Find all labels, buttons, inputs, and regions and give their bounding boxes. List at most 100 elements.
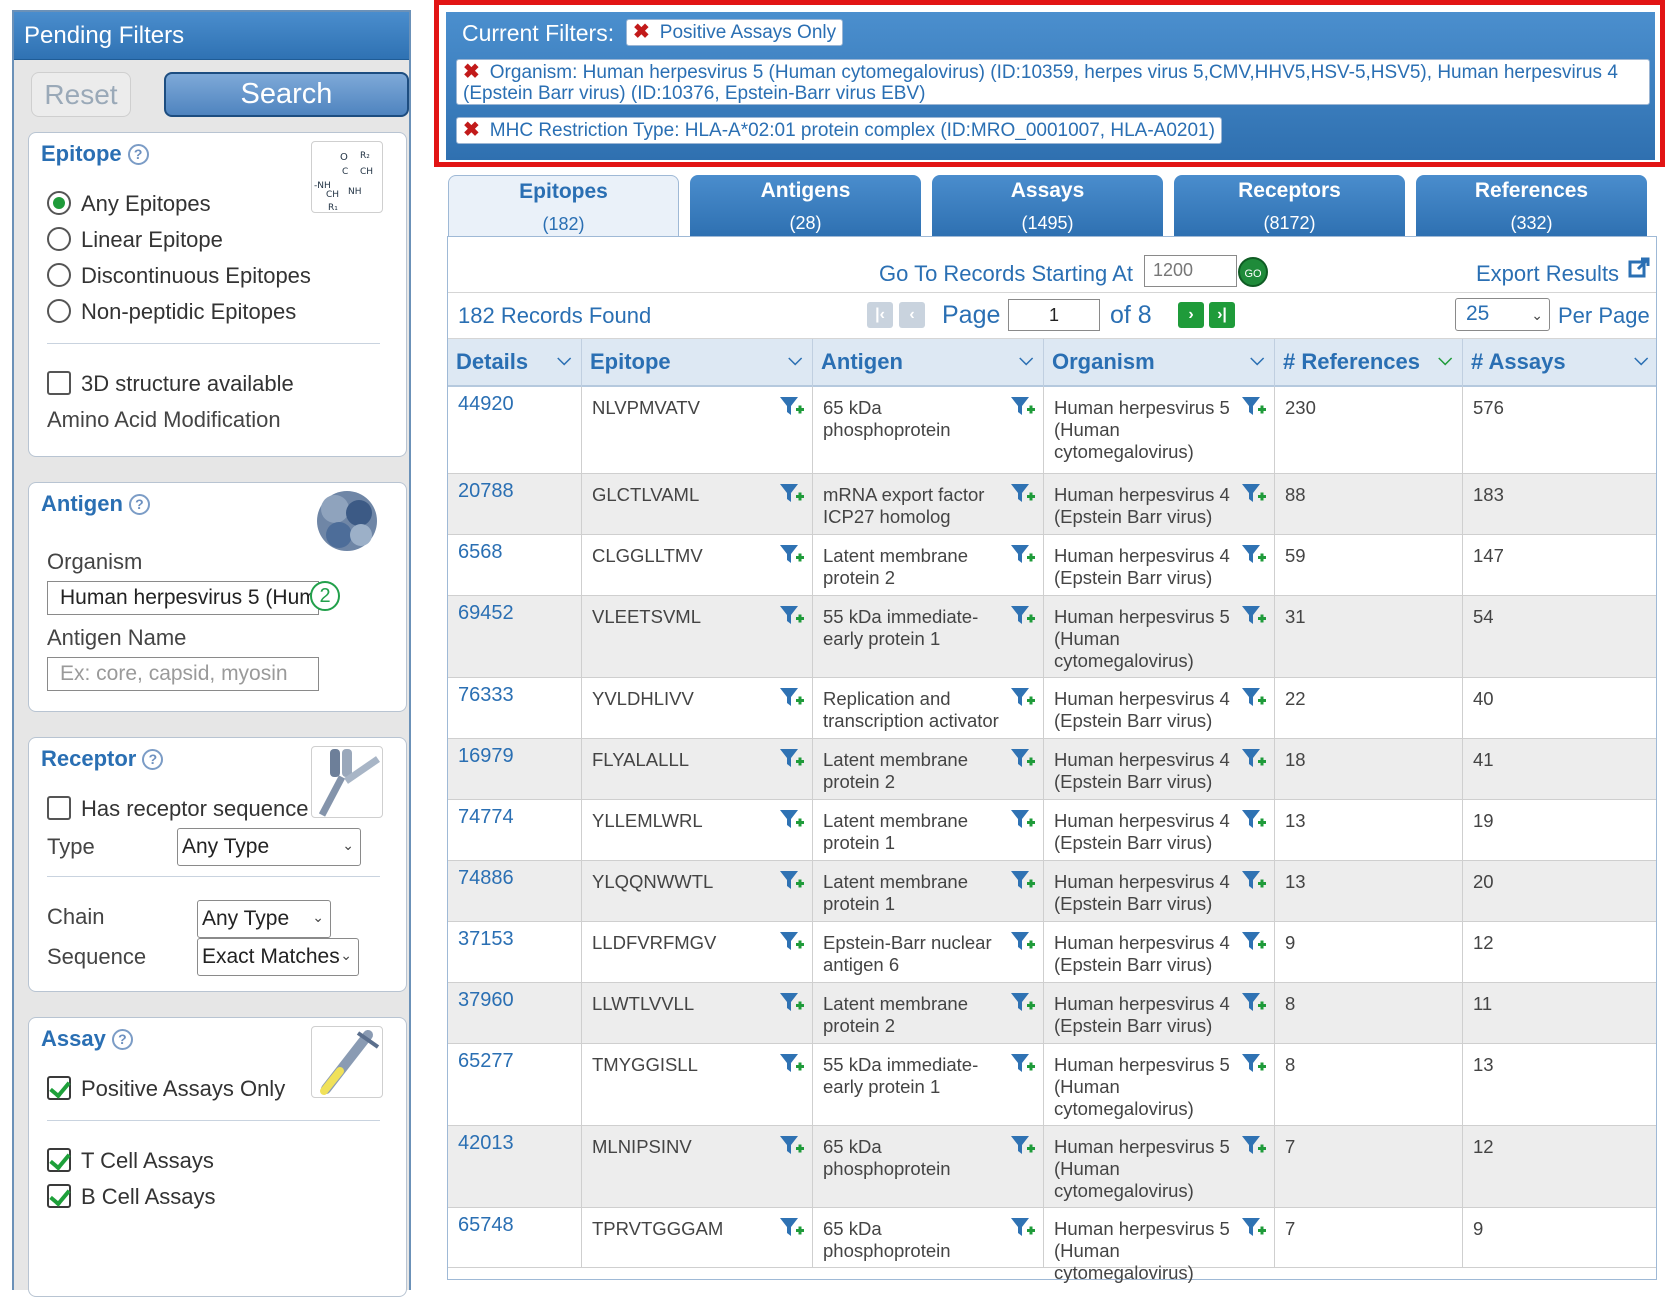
epitope-id-link[interactable]: 20788 xyxy=(448,474,582,534)
add-filter-icon[interactable] xyxy=(779,686,805,710)
organism-input[interactable]: Human herpesvirus 5 (Human cytomegalovir… xyxy=(47,581,319,615)
add-filter-icon[interactable] xyxy=(1241,991,1267,1015)
reset-button[interactable]: Reset xyxy=(31,72,131,117)
assay-help-icon[interactable]: ? xyxy=(111,1029,133,1050)
add-filter-icon[interactable] xyxy=(1010,930,1036,954)
remove-filter-icon[interactable]: ✖ xyxy=(463,119,480,141)
epitope-id-link[interactable]: 16979 xyxy=(448,739,582,799)
radio-non-peptidic-epitopes[interactable]: Non-peptidic Epitopes xyxy=(47,299,296,325)
checkbox-icon[interactable] xyxy=(47,371,71,395)
antigen-name-input[interactable]: Ex: core, capsid, myosin xyxy=(47,657,319,691)
col-header-epitope[interactable]: Epitope ⌵ xyxy=(582,339,813,387)
add-filter-icon[interactable] xyxy=(779,808,805,832)
add-filter-icon[interactable] xyxy=(1010,482,1036,506)
col-header-details[interactable]: Details ⌵ xyxy=(448,339,582,387)
radio-linear-epitope[interactable]: Linear Epitope xyxy=(47,227,223,253)
per-page-select[interactable]: 25 ⌄ xyxy=(1455,298,1550,331)
add-filter-icon[interactable] xyxy=(779,543,805,567)
radio-selected-icon[interactable] xyxy=(47,191,71,215)
epitope-help-icon[interactable]: ? xyxy=(127,144,149,165)
radio-any-epitopes[interactable]: Any Epitopes xyxy=(47,191,211,217)
add-filter-icon[interactable] xyxy=(779,604,805,628)
last-page-icon[interactable]: ›| xyxy=(1209,302,1235,328)
add-filter-icon[interactable] xyxy=(1010,747,1036,771)
filter-chip-positive[interactable]: ✖ Positive Assays Only xyxy=(626,19,844,46)
add-filter-icon[interactable] xyxy=(1010,869,1036,893)
epitope-id-link[interactable]: 65277 xyxy=(448,1044,582,1125)
filter-chip-mhc[interactable]: ✖ MHC Restriction Type: HLA-A*02:01 prote… xyxy=(456,117,1222,144)
add-filter-icon[interactable] xyxy=(1241,1134,1267,1158)
has-receptor-sequence-row[interactable]: Has receptor sequence xyxy=(47,796,308,822)
sort-chevron-icon[interactable]: ⌵ xyxy=(1019,349,1033,370)
epitope-id-link[interactable]: 74774 xyxy=(448,800,582,860)
sort-chevron-icon[interactable]: ⌵ xyxy=(788,349,802,370)
amino-acid-modification-link[interactable]: Amino Acid Modification xyxy=(47,407,281,433)
bcell-assays-row[interactable]: B Cell Assays xyxy=(47,1184,216,1210)
cell-text[interactable]: 37960 xyxy=(458,989,571,1011)
filter-chip-organism[interactable]: ✖ Organism: Human herpesvirus 5 (Human cy… xyxy=(456,59,1650,105)
add-filter-icon[interactable] xyxy=(1010,543,1036,567)
radio-discontinuous-epitopes[interactable]: Discontinuous Epitopes xyxy=(47,263,311,289)
add-filter-icon[interactable] xyxy=(779,991,805,1015)
add-filter-icon[interactable] xyxy=(779,395,805,419)
add-filter-icon[interactable] xyxy=(1010,1134,1036,1158)
add-filter-icon[interactable] xyxy=(1241,482,1267,506)
tab-references[interactable]: References (332) xyxy=(1416,175,1647,237)
add-filter-icon[interactable] xyxy=(1010,604,1036,628)
add-filter-icon[interactable] xyxy=(1241,869,1267,893)
col-header-organism[interactable]: Organism ⌵ xyxy=(1044,339,1275,387)
cell-text[interactable]: 37153 xyxy=(458,928,571,950)
external-link-icon[interactable] xyxy=(1628,257,1650,279)
receptor-type-select[interactable]: Any Type ⌄ xyxy=(177,828,361,866)
sort-chevron-icon[interactable]: ⌵ xyxy=(1250,349,1264,370)
sort-chevron-icon[interactable]: ⌵ xyxy=(1634,349,1648,370)
export-results-link[interactable]: Export Results xyxy=(1476,261,1619,287)
search-button[interactable]: Search xyxy=(164,72,409,117)
cell-text[interactable]: 6568 xyxy=(458,541,571,563)
add-filter-icon[interactable] xyxy=(1010,395,1036,419)
sort-chevron-icon[interactable]: ⌵ xyxy=(557,349,571,370)
add-filter-icon[interactable] xyxy=(1241,543,1267,567)
epitope-id-link[interactable]: 76333 xyxy=(448,678,582,738)
cell-text[interactable]: 20788 xyxy=(458,480,571,502)
cell-text[interactable]: 44920 xyxy=(458,393,571,415)
checkbox-icon[interactable] xyxy=(47,796,71,820)
add-filter-icon[interactable] xyxy=(1241,1052,1267,1076)
add-filter-icon[interactable] xyxy=(1010,1052,1036,1076)
epitope-id-link[interactable]: 65748 xyxy=(448,1208,582,1267)
cell-text[interactable]: 76333 xyxy=(458,684,571,706)
cell-text[interactable]: 16979 xyxy=(458,745,571,767)
tab-assays[interactable]: Assays (1495) xyxy=(932,175,1163,237)
col-header-references[interactable]: # References ⌵ xyxy=(1275,339,1463,387)
add-filter-icon[interactable] xyxy=(1010,1216,1036,1240)
cell-text[interactable]: 42013 xyxy=(458,1132,571,1154)
tcell-assays-row[interactable]: T Cell Assays xyxy=(47,1148,214,1174)
add-filter-icon[interactable] xyxy=(1241,604,1267,628)
cell-text[interactable]: 74886 xyxy=(458,867,571,889)
prev-page-icon[interactable]: ‹ xyxy=(899,302,925,328)
add-filter-icon[interactable] xyxy=(1241,686,1267,710)
add-filter-icon[interactable] xyxy=(1241,395,1267,419)
add-filter-icon[interactable] xyxy=(1241,930,1267,954)
radio-icon[interactable] xyxy=(47,299,71,323)
next-page-icon[interactable]: › xyxy=(1178,302,1204,328)
checkbox-checked-icon[interactable] xyxy=(47,1076,71,1100)
organism-count-badge[interactable]: 2 xyxy=(310,581,340,611)
receptor-help-icon[interactable]: ? xyxy=(142,749,164,770)
epitope-id-link[interactable]: 6568 xyxy=(448,535,582,595)
epitope-id-link[interactable]: 42013 xyxy=(448,1126,582,1207)
structure-checkbox-row[interactable]: 3D structure available xyxy=(47,371,294,397)
tab-epitopes[interactable]: Epitopes (182) xyxy=(448,175,679,237)
epitope-id-link[interactable]: 69452 xyxy=(448,596,582,677)
add-filter-icon[interactable] xyxy=(779,747,805,771)
epitope-id-link[interactable]: 74886 xyxy=(448,861,582,921)
go-button[interactable]: GO xyxy=(1238,257,1268,287)
epitope-id-link[interactable]: 37960 xyxy=(448,983,582,1043)
add-filter-icon[interactable] xyxy=(1241,808,1267,832)
epitope-id-link[interactable]: 37153 xyxy=(448,922,582,982)
cell-text[interactable]: 69452 xyxy=(458,602,571,624)
positive-assays-row[interactable]: Positive Assays Only xyxy=(47,1076,285,1102)
remove-filter-icon[interactable]: ✖ xyxy=(463,61,480,83)
cell-text[interactable]: 65277 xyxy=(458,1050,571,1072)
col-header-antigen[interactable]: Antigen ⌵ xyxy=(813,339,1044,387)
